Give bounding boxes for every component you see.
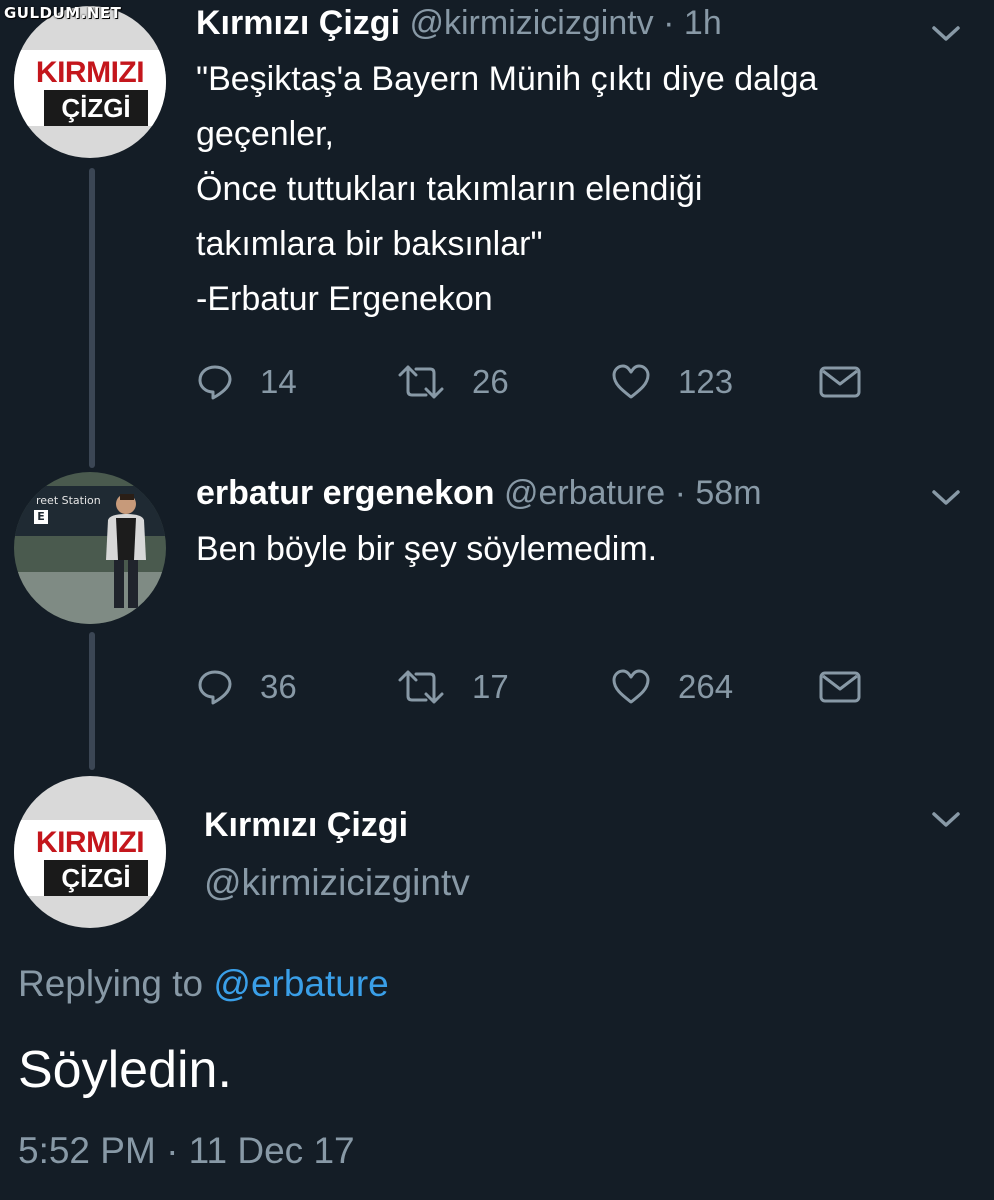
tweet-timestamp[interactable]: 5:52 PM · 11 Dec 17	[18, 1130, 355, 1172]
user-handle[interactable]: @kirmizicizgintv	[204, 862, 470, 904]
tweet-line: Ben böyle bir şey söylemedim.	[196, 530, 658, 568]
avatar-kirmizi-cizgi[interactable]: KIRMIZI ÇİZGİ	[14, 6, 166, 158]
logo-text-top: KIRMIZI	[35, 56, 145, 89]
tweet-header: erbatur ergenekon @erbature · 58m	[196, 474, 762, 513]
heart-icon	[612, 364, 650, 399]
like-count: 264	[678, 668, 734, 705]
reply-icon	[198, 365, 232, 400]
replying-to: Replying to @erbature	[18, 963, 389, 1005]
like-button[interactable]: 264	[610, 665, 733, 709]
thread-line	[89, 632, 95, 770]
watermark: GULDUM.NET	[4, 4, 122, 22]
reply-button[interactable]: 14	[196, 360, 297, 404]
tweet-time[interactable]: 58m	[695, 474, 761, 512]
logo-text-top: KIRMIZI	[35, 826, 145, 859]
replying-to-label: Replying to	[18, 963, 204, 1004]
dm-button[interactable]	[818, 665, 862, 709]
tweet-line: geçenler,	[196, 115, 334, 153]
retweet-count: 26	[472, 363, 509, 400]
tweet-actions: 14 26 123	[196, 360, 876, 404]
tweet-time[interactable]: 1h	[684, 4, 722, 42]
retweet-button[interactable]: 17	[396, 665, 509, 709]
avatar-kirmizi-cizgi[interactable]: KIRMIZI ÇİZGİ	[14, 776, 166, 928]
reply-count: 14	[260, 363, 297, 400]
tweet-line: Önce tuttukları takımların elendiği	[196, 170, 703, 208]
user-handle[interactable]: @kirmizicizgintv	[409, 4, 653, 42]
tweet-text: Ben böyle bir şey söylemedim.	[196, 522, 657, 577]
photo-sign-badge: E	[34, 510, 48, 524]
mention-link[interactable]: @erbature	[213, 963, 388, 1004]
chevron-down-icon[interactable]	[928, 486, 964, 508]
display-name[interactable]: erbatur ergenekon	[196, 474, 495, 512]
reply-icon	[198, 670, 232, 705]
display-name[interactable]: Kırmızı Çizgi	[196, 4, 400, 42]
tweet-header: Kırmızı Çizgi @kirmizicizgintv · 1h	[196, 4, 722, 43]
tweet-actions: 36 17 264	[196, 665, 876, 709]
envelope-icon	[819, 366, 861, 398]
dm-button[interactable]	[818, 360, 862, 404]
like-button[interactable]: 123	[610, 360, 733, 404]
tweet-line: "Beşiktaş'a Bayern Münih çıktı diye dalg…	[196, 60, 818, 98]
separator-dot: ·	[663, 4, 675, 42]
chevron-down-icon[interactable]	[928, 808, 964, 830]
like-count: 123	[678, 363, 734, 400]
tweet-line: takımlara bir baksınlar"	[196, 225, 543, 263]
separator-dot: ·	[674, 474, 686, 512]
retweet-icon	[398, 670, 444, 704]
logo-text-bottom: ÇİZGİ	[44, 860, 148, 896]
avatar-erbatur[interactable]: reet Station E	[14, 472, 166, 624]
reply-button[interactable]: 36	[196, 665, 297, 709]
envelope-icon	[819, 671, 861, 703]
tweet-line: -Erbatur Ergenekon	[196, 280, 493, 318]
display-name[interactable]: Kırmızı Çizgi	[204, 806, 408, 845]
tweet-text: "Beşiktaş'a Bayern Münih çıktı diye dalg…	[196, 52, 817, 327]
thread-line	[89, 168, 95, 468]
user-handle[interactable]: @erbature	[504, 474, 665, 512]
retweet-icon	[398, 365, 444, 399]
retweet-button[interactable]: 26	[396, 360, 509, 404]
main-tweet-text: Söyledin.	[18, 1041, 232, 1099]
retweet-count: 17	[472, 668, 509, 705]
reply-count: 36	[260, 668, 297, 705]
photo-sign-text: reet Station	[36, 494, 101, 507]
person-figure	[106, 494, 146, 608]
chevron-down-icon[interactable]	[928, 22, 964, 44]
logo-text-bottom: ÇİZGİ	[44, 90, 148, 126]
heart-icon	[612, 669, 650, 704]
